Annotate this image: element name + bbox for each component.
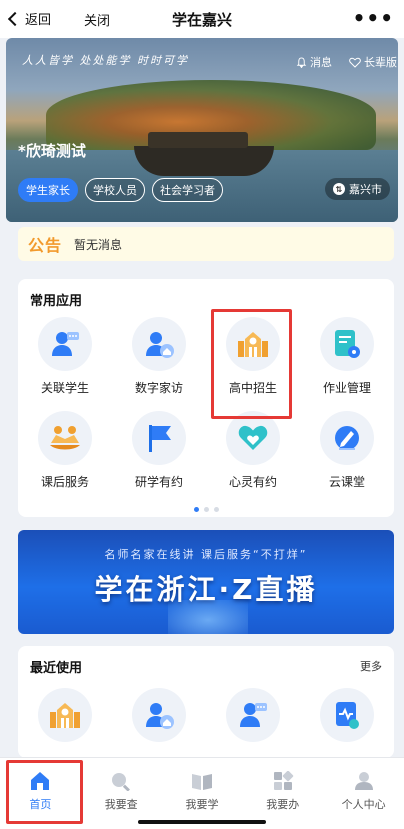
elder-mode-label: 长辈版 (364, 56, 397, 69)
app-link-student[interactable]: 关联学生 (18, 315, 112, 403)
nav-profile[interactable]: 个人中心 (323, 758, 404, 829)
highlight-box-home-nav (6, 760, 83, 824)
app-homework[interactable]: 作业管理 (300, 315, 394, 403)
highlight-box-high-school-enroll (211, 309, 292, 419)
home-indicator (138, 820, 266, 824)
bell-icon (296, 56, 307, 68)
app-label: 课后服务 (40, 475, 89, 489)
apps-icon (271, 770, 295, 792)
messages-label: 消息 (310, 56, 332, 69)
app-label: 作业管理 (322, 381, 371, 395)
student-link-icon (226, 688, 280, 742)
red-boat-image (134, 132, 274, 176)
app-label: 云课堂 (328, 475, 365, 489)
heart-icon (226, 411, 280, 465)
live-stream-banner[interactable]: 名师名家在线讲 课后服务“不打烊” 学在浙江·Z直播 (18, 530, 394, 634)
notice-tag: 公告 (28, 236, 63, 255)
slogan-text: 人人皆学 处处能学 时时可学 (22, 54, 189, 67)
nav-search[interactable]: 我要查 (81, 758, 162, 829)
school-enroll-icon (38, 688, 92, 742)
app-label: 数字家访 (134, 381, 183, 395)
elder-mode-button[interactable]: 长辈版 (349, 54, 397, 70)
search-icon (109, 770, 133, 792)
notice-bar[interactable]: 公告 暂无消息 (18, 227, 394, 261)
nav-label: 我要学 (185, 798, 219, 811)
city-selector[interactable]: ⇅ 嘉兴市 (325, 178, 390, 200)
page-indicator (18, 507, 394, 512)
recent-apps-card: 最近使用 更多 (18, 646, 394, 758)
common-apps-card: 常用应用 关联学生 数字家访 高中招生 作业管理 课后服务 研学有约 心灵有约 … (18, 279, 394, 517)
app-cloud-class[interactable]: 云课堂 (300, 409, 394, 497)
recent-more-link[interactable]: 更多 (360, 658, 382, 674)
app-mental-health[interactable]: 心灵有约 (206, 409, 300, 497)
app-label: 心灵有约 (228, 475, 277, 489)
app-label: 研学有约 (134, 475, 183, 489)
home-visit-icon (132, 317, 186, 371)
nav-label: 个人中心 (341, 798, 386, 811)
home-visit-icon (132, 688, 186, 742)
app-label: 关联学生 (40, 381, 89, 395)
role-chip-parent[interactable]: 学生家长 (18, 178, 78, 202)
banner-light-decoration (168, 600, 248, 634)
page-title: 学在嘉兴 (171, 11, 232, 29)
top-bar: 返回 关闭 学在嘉兴 ••• (0, 0, 404, 38)
app-grid: 关联学生 数字家访 高中招生 作业管理 课后服务 研学有约 心灵有约 云课堂 (18, 315, 394, 497)
common-apps-title: 常用应用 (30, 294, 83, 309)
profile-icon (352, 770, 376, 792)
nav-label: 我要查 (104, 798, 138, 811)
nav-learn[interactable]: 我要学 (162, 758, 243, 829)
student-link-icon (38, 317, 92, 371)
homework-icon (320, 317, 374, 371)
role-chip-school-staff[interactable]: 学校人员 (85, 178, 145, 202)
flag-icon (132, 411, 186, 465)
hero-banner: 人人皆学 处处能学 时时可学 消息 长辈版 *欣琦测试 学生家长 学校人员 社会… (6, 38, 398, 222)
notice-text: 暂无消息 (74, 237, 123, 252)
health-check-icon (320, 688, 374, 742)
user-name: *欣琦测试 (18, 142, 86, 160)
nav-label: 我要办 (266, 798, 300, 811)
nav-handle[interactable]: 我要办 (242, 758, 323, 829)
heart-outline-icon (349, 57, 361, 68)
location-icon: ⇅ (333, 183, 345, 195)
app-home-visit[interactable]: 数字家访 (112, 315, 206, 403)
app-after-school[interactable]: 课后服务 (18, 409, 112, 497)
page-dot-active (193, 507, 199, 512)
role-switcher: 学生家长 学校人员 社会学习者 (18, 178, 223, 202)
city-label: 嘉兴市 (349, 183, 382, 196)
banner-subtitle: 名师名家在线讲 课后服务“不打烊” (104, 548, 308, 561)
messages-button[interactable]: 消息 (296, 54, 332, 70)
book-icon (190, 770, 214, 792)
role-chip-social-learner[interactable]: 社会学习者 (152, 178, 223, 202)
cloud-class-icon (320, 411, 374, 465)
after-school-icon (38, 411, 92, 465)
page-dot (213, 507, 219, 512)
recent-title: 最近使用 (30, 661, 83, 676)
app-study-tour[interactable]: 研学有约 (112, 409, 206, 497)
more-menu-button[interactable]: ••• (353, 6, 394, 30)
page-dot (203, 507, 209, 512)
